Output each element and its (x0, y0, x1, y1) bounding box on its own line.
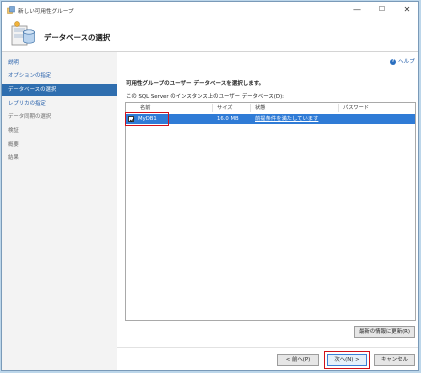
database-list-label: この SQL Server のインスタンス上のユーザー データベース(D): (126, 94, 284, 100)
footer-divider (117, 347, 418, 348)
cancel-button[interactable]: キャンセル (374, 354, 415, 366)
maximize-button[interactable]: ☐ (370, 3, 394, 16)
page-header: データベースの選択 (2, 18, 418, 51)
wizard-steps-sidebar: 説明 オプションの指定 データベースの選択 レプリカの指定 データ同期の選択 検… (2, 52, 117, 370)
page-title: データベースの選択 (44, 33, 111, 42)
help-icon: ? (390, 58, 396, 65)
availability-group-icon (7, 6, 15, 14)
column-header-size[interactable]: サイズ (217, 103, 233, 113)
instruction-text: 可用性グループのユーザー データベースを選択します。 (126, 81, 265, 87)
sidebar-item-select-databases[interactable]: データベースの選択 (2, 84, 117, 96)
close-button[interactable]: ✕ (395, 3, 419, 16)
column-header-status[interactable]: 状態 (255, 103, 266, 113)
previous-button[interactable]: < 前へ(P) (277, 354, 319, 366)
highlight-box-next (324, 351, 370, 369)
database-size: 16.0 MB (217, 116, 239, 122)
sidebar-item-results: 結果 (8, 155, 19, 161)
column-divider (338, 104, 339, 112)
table-row[interactable]: MyDB1 16.0 MB 前提条件を満たしています (126, 114, 415, 124)
database-grid[interactable]: 名前 サイズ 状態 パスワード MyDB1 16.0 MB 前提条件を満たしてい… (125, 102, 416, 321)
sidebar-item-introduction[interactable]: 説明 (2, 57, 117, 69)
wizard-window: 新しい可用性グループ — ☐ ✕ データベースの選択 説明 オプションの指定 デ… (1, 1, 419, 371)
database-status-link[interactable]: 前提条件を満たしています (255, 114, 318, 124)
minimize-button[interactable]: — (345, 3, 369, 16)
column-divider (250, 104, 251, 112)
help-label: ヘルプ (398, 59, 415, 65)
column-divider (212, 104, 213, 112)
title-bar: 新しい可用性グループ — ☐ ✕ (2, 2, 418, 18)
database-wizard-icon (11, 21, 35, 46)
help-link[interactable]: ? ヘルプ (390, 57, 415, 65)
column-header-password[interactable]: パスワード (343, 103, 369, 113)
sidebar-item-options[interactable]: オプションの指定 (2, 70, 117, 82)
highlight-box-database (125, 112, 169, 126)
sidebar-item-data-sync: データ同期の選択 (8, 114, 52, 120)
sidebar-item-validation: 検証 (8, 128, 19, 134)
refresh-button[interactable]: 最新の情報に更新(R) (354, 326, 415, 338)
window-title: 新しい可用性グループ (18, 9, 74, 15)
sidebar-item-replicas[interactable]: レプリカの指定 (2, 98, 117, 110)
sidebar-item-summary: 概要 (8, 142, 19, 148)
